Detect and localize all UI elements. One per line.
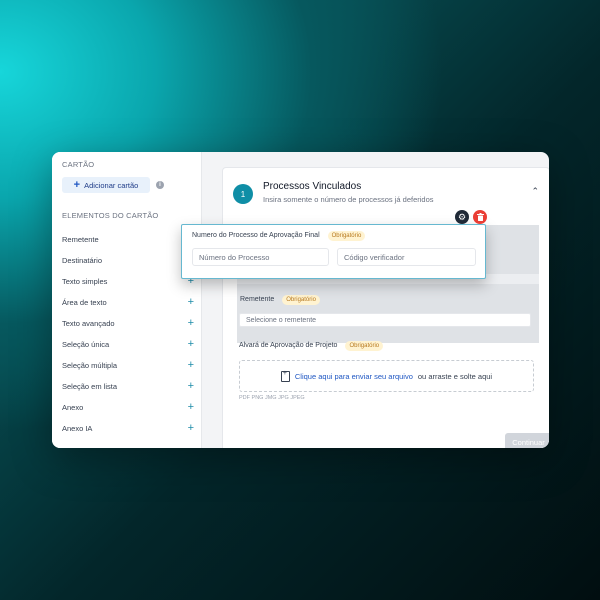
info-icon[interactable]: i [156, 181, 164, 189]
dragged-field-card[interactable]: Numero do Processo de Aprovação Final Obr… [181, 224, 486, 279]
element-item-selecao-multipla[interactable]: Seleção múltipla + [62, 359, 194, 371]
element-label: Texto avançado [62, 318, 115, 328]
plus-icon[interactable]: + [188, 360, 194, 371]
trash-glyph [476, 213, 484, 221]
continue-button[interactable]: Continuar [505, 433, 549, 448]
process-field-label: Numero do Processo de Aprovação Final Obr… [192, 231, 366, 241]
element-item-anexo[interactable]: Anexo + [62, 401, 194, 413]
plus-icon[interactable]: + [188, 339, 194, 350]
file-upload-dropzone[interactable]: Clique aqui para enviar seu arquivo ou a… [239, 360, 534, 392]
element-item-remetente[interactable]: Remetente [62, 233, 194, 245]
remetente-label-text: Remetente [240, 296, 275, 303]
alvara-label-text: Alvará de Aprovação de Projeto [239, 342, 338, 349]
verification-code-input[interactable]: Código verificador [337, 248, 476, 266]
element-item-texto-simples[interactable]: Texto simples + [62, 275, 194, 287]
plus-icon[interactable]: + [188, 297, 194, 308]
plus-icon[interactable]: + [188, 402, 194, 413]
element-label: Anexo IA [62, 423, 93, 433]
add-card-label: Adicionar cartão [84, 180, 139, 190]
element-item-area-de-texto[interactable]: Área de texto + [62, 296, 194, 308]
add-card-button[interactable]: + Adicionar cartão [62, 177, 150, 193]
file-add-icon [280, 370, 290, 382]
element-label: Texto simples [62, 276, 108, 286]
process-number-input[interactable]: Número do Processo [192, 248, 329, 266]
element-label: Destinatário [62, 255, 103, 265]
element-label: Seleção única [62, 339, 110, 349]
required-badge: Obrigatório [327, 231, 366, 241]
required-badge: Obrigatório [282, 295, 320, 305]
app-window: CARTÃO + Adicionar cartão i ELEMENTOS DO… [52, 152, 549, 448]
upload-link[interactable]: Clique aqui para enviar seu arquivo [295, 372, 413, 381]
element-label: Seleção múltipla [62, 360, 118, 370]
step-subtitle: Insira somente o número de processos já … [263, 195, 434, 204]
plus-icon: + [73, 179, 81, 191]
element-label: Seleção em lista [62, 381, 118, 391]
element-label: Área de texto [62, 297, 107, 307]
element-item-anexo-ia[interactable]: Anexo IA + [62, 422, 194, 434]
trash-icon[interactable] [473, 210, 487, 224]
card-section-title: CARTÃO [62, 160, 95, 169]
sidebar: CARTÃO + Adicionar cartão i ELEMENTOS DO… [52, 152, 202, 448]
process-label-text: Numero do Processo de Aprovação Final [192, 232, 320, 239]
step-panel: 1 Processos Vinculados Insira somente o … [222, 167, 549, 448]
remetente-field-label: Remetente Obrigatório [240, 295, 320, 305]
element-label: Remetente [62, 234, 99, 244]
element-item-destinatario[interactable]: Destinatário [62, 254, 194, 266]
element-label: Anexo [62, 402, 84, 412]
plus-icon[interactable]: + [188, 423, 194, 434]
main-content: 1 Processos Vinculados Insira somente o … [202, 152, 549, 448]
accepted-formats: PDF PNG JMG JPG JPEG [239, 395, 305, 401]
plus-icon[interactable]: + [188, 381, 194, 392]
required-badge: Obrigatório [345, 341, 384, 351]
chevron-up-icon[interactable]: ⌃ [531, 186, 539, 197]
gear-icon[interactable]: ⚙ [455, 210, 469, 224]
element-item-selecao-em-lista[interactable]: Seleção em lista + [62, 380, 194, 392]
step-title: Processos Vinculados [263, 181, 362, 192]
element-item-texto-avancado[interactable]: Texto avançado + [62, 317, 194, 329]
remetente-select[interactable]: Selecione o remetente [239, 313, 531, 327]
step-number: 1 [233, 184, 253, 204]
element-item-selecao-unica[interactable]: Seleção única + [62, 338, 194, 350]
plus-icon[interactable]: + [188, 318, 194, 329]
elements-section-title: ELEMENTOS DO CARTÃO [62, 211, 159, 220]
upload-hint: ou arraste e solte aqui [417, 371, 493, 381]
alvara-field-label: Alvará de Aprovação de Projeto Obrigatóri… [239, 341, 384, 351]
